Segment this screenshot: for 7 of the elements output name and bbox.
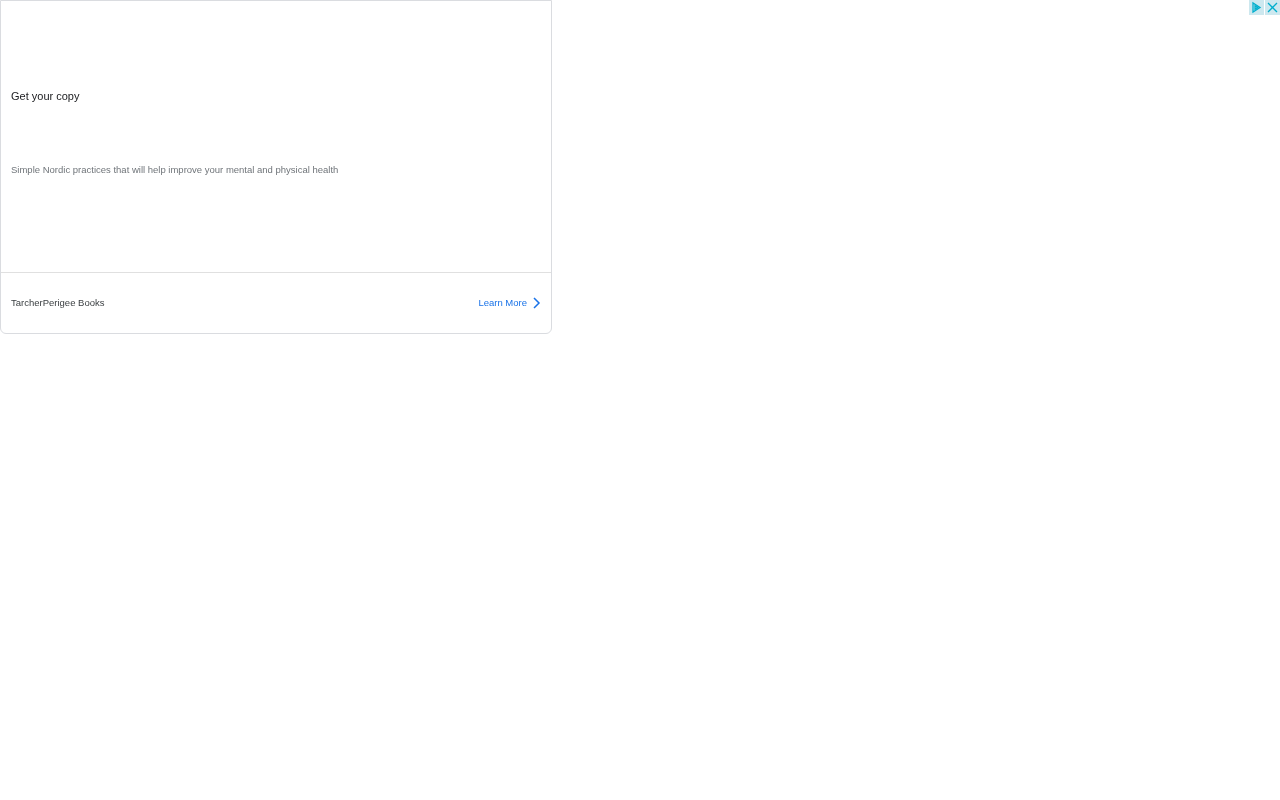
close-icon[interactable] <box>1265 0 1280 15</box>
ad-headline: Get your copy <box>11 89 80 104</box>
learn-more-link[interactable]: Learn More <box>478 295 541 311</box>
chevron-right-icon <box>531 297 541 309</box>
ad-description: Simple Nordic practices that will help improve your mental and physical health <box>11 162 339 177</box>
ad-choices-icon[interactable] <box>1249 0 1264 15</box>
advertiser-name: TarcherPerigee Books <box>11 295 105 310</box>
